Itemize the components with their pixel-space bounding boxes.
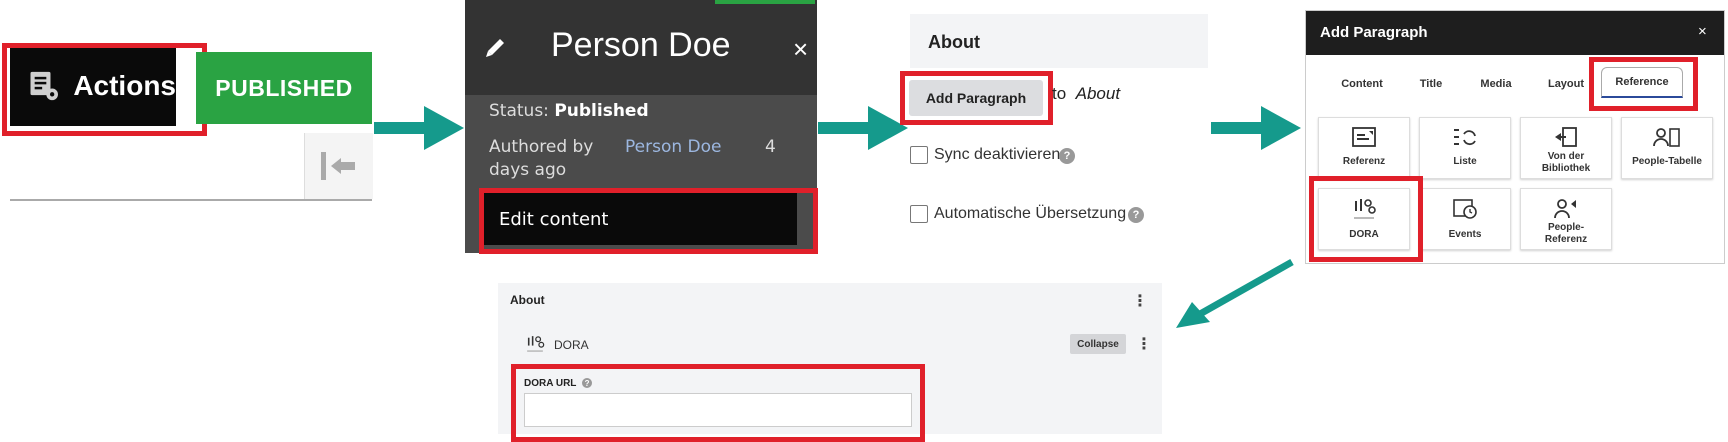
paragraph-title: DORA (554, 338, 589, 352)
list-refresh-icon (1454, 129, 1476, 146)
highlight-box (900, 71, 1053, 125)
auto-translate-label: Automatische Übersetzung (934, 205, 1127, 222)
tile-label: Liste (1453, 156, 1477, 167)
divider (10, 199, 372, 201)
tile-people-referenz[interactable]: People- Referenz (1520, 188, 1612, 250)
section-title: About (928, 32, 980, 52)
people-table-icon (1653, 128, 1680, 147)
tile-liste[interactable]: Liste (1419, 117, 1511, 179)
sync-checkbox[interactable] (910, 146, 928, 164)
section-title: About (510, 293, 545, 307)
more-options-icon[interactable]: ⋮ (1136, 334, 1152, 354)
dialog-title: Add Paragraph (1320, 24, 1428, 41)
page-title: Person Doe (551, 26, 731, 64)
library-icon (1555, 127, 1577, 147)
tile-label-line2: Bibliothek (1541, 163, 1591, 174)
tile-label: Von der (1547, 151, 1585, 162)
close-icon[interactable]: × (793, 34, 808, 65)
tile-referenz[interactable]: Referenz (1318, 117, 1410, 179)
section-header: About (910, 14, 1208, 68)
status-value: Published (554, 101, 649, 121)
arrow-right-icon (374, 106, 464, 150)
tile-people-tabelle[interactable]: People-Tabelle (1621, 117, 1713, 179)
highlight-box (1309, 176, 1423, 262)
accent-bar (715, 0, 815, 4)
status-prefix: Status: (489, 101, 549, 121)
tile-von-der-bibliothek[interactable]: Von der Bibliothek (1520, 117, 1612, 179)
help-icon[interactable]: ? (1059, 148, 1075, 164)
toolbar-collapse[interactable] (304, 133, 373, 199)
sync-label: Sync deaktivieren (934, 146, 1061, 163)
reference-icon (1352, 127, 1376, 147)
highlight-box (511, 364, 925, 442)
more-options-icon[interactable]: ⋮ (1132, 291, 1148, 311)
to-target: About (1075, 84, 1121, 103)
tile-label: Referenz (1342, 156, 1386, 167)
authored-prefix: Authored by (489, 137, 594, 157)
tile-events[interactable]: Events (1419, 188, 1511, 250)
published-status-badge[interactable]: PUBLISHED (196, 52, 372, 124)
people-reference-icon (1554, 199, 1576, 219)
help-icon[interactable]: ? (1128, 207, 1144, 223)
add-target-text: to About (1052, 84, 1120, 104)
tile-label: People- (1547, 222, 1585, 233)
pencil-icon[interactable] (483, 34, 509, 60)
collapse-left-icon (321, 152, 355, 180)
tab-media[interactable]: Media (1456, 78, 1536, 90)
authored-suffix: days ago (489, 160, 567, 180)
to-text: to (1052, 84, 1067, 103)
arrow-right-icon (818, 106, 908, 150)
highlight-box (1589, 57, 1698, 111)
author-link[interactable]: Person Doe (625, 137, 721, 157)
events-clock-icon (1453, 199, 1477, 219)
arrow-down-left-icon (1176, 258, 1294, 328)
highlight-box (479, 188, 818, 254)
auto-translate-checkbox[interactable] (910, 205, 928, 223)
tile-label: Events (1448, 229, 1482, 240)
status-line: Status: Published (489, 101, 649, 121)
collapse-button[interactable]: Collapse (1070, 334, 1126, 354)
dora-icon (527, 336, 545, 352)
close-icon[interactable]: × (1698, 23, 1707, 40)
tab-content[interactable]: Content (1322, 78, 1402, 90)
arrow-right-icon (1211, 106, 1301, 150)
tile-label-line2: Referenz (1544, 234, 1588, 245)
highlight-box (2, 43, 207, 136)
authored-number: 4 (765, 137, 776, 157)
tile-label: People-Tabelle (1632, 156, 1702, 167)
